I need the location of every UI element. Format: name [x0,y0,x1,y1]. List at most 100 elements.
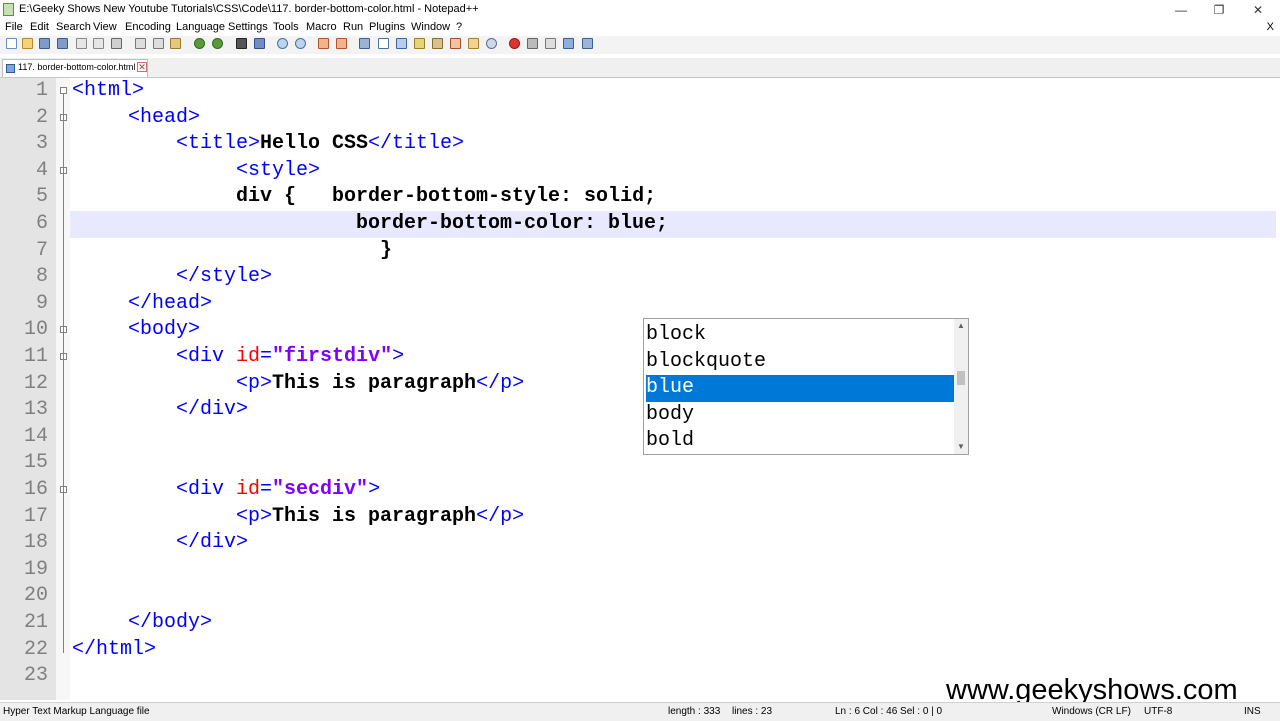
menu-window[interactable]: Window [411,21,450,33]
find-icon[interactable] [236,38,247,49]
menu-run[interactable]: Run [343,21,363,33]
scroll-thumb[interactable] [957,371,965,385]
autocomplete-item[interactable]: bold [646,428,956,455]
code-token-tag: </body> [128,611,213,634]
line-number: 18 [23,531,48,555]
status-mode: INS [1244,706,1261,717]
record-macro-icon[interactable] [509,38,520,49]
tab-close-button[interactable]: ✕ [137,62,147,72]
print-icon[interactable] [111,38,122,49]
line-number: 4 [35,158,48,182]
line-number: 13 [23,398,48,422]
play-macro-icon[interactable] [545,38,556,49]
line-number: 22 [23,637,48,661]
code-token-tag: </style> [176,265,273,289]
code-token-tag: <p> [236,504,273,528]
word-wrap-icon[interactable] [359,38,370,49]
toolbar [0,36,1280,54]
fold-connector [63,94,64,653]
minimize-button[interactable]: — [1166,2,1196,18]
code-token-tag: = [260,478,273,501]
menu-help[interactable]: ? [456,21,462,33]
new-file-icon[interactable] [6,38,17,49]
menu-encoding[interactable]: Encoding [125,21,171,33]
line-number: 19 [23,557,48,581]
code-line: </body> [128,610,212,637]
zoom-out-icon[interactable] [295,38,306,49]
code-token-tag: <title> [176,132,261,156]
menu-search[interactable]: Search [56,21,91,33]
autocomplete-scrollbar[interactable]: ▲ ▼ [954,319,968,454]
replace-icon[interactable] [254,38,265,49]
close-file-icon[interactable] [76,38,87,49]
scroll-down-arrow-icon[interactable]: ▼ [954,440,968,454]
menu-tools[interactable]: Tools [273,21,299,33]
code-line: <head> [128,105,200,132]
line-number: 10 [23,318,48,342]
close-document-button[interactable]: X [1267,21,1274,33]
code-editor[interactable]: 1 <html> 2 <head> 3 <title>Hello CSS</title> 4… [0,78,1280,700]
code-token-txt: This is paragraph [272,371,477,395]
save-icon[interactable] [39,38,50,49]
restore-button[interactable]: ❐ [1204,2,1234,18]
menu-file[interactable]: File [5,21,23,33]
show-all-characters-icon[interactable] [378,38,389,49]
monitoring-icon[interactable] [486,38,497,49]
function-list-icon[interactable] [450,38,461,49]
scroll-up-arrow-icon[interactable]: ▲ [954,319,968,333]
cut-icon[interactable] [135,38,146,49]
paste-icon[interactable] [170,38,181,49]
menu-plugins[interactable]: Plugins [369,21,405,33]
close-all-icon[interactable] [93,38,104,49]
folder-workspace-icon[interactable] [468,38,479,49]
save-all-icon[interactable] [57,38,68,49]
code-token-tag: </head> [128,291,213,315]
line-number: 17 [23,504,48,528]
open-file-icon[interactable] [22,38,33,49]
code-token-tag: > [368,478,381,501]
undo-icon[interactable] [194,38,205,49]
stop-macro-icon[interactable] [527,38,538,49]
code-token-tag: </p> [476,371,525,395]
current-line-highlight [70,211,1276,238]
code-token-val: "secdiv" [272,478,369,501]
code-token-tag: </p> [476,504,525,528]
code-token-tag: </title> [368,132,465,156]
menu-macro[interactable]: Macro [306,21,337,33]
line-number: 2 [35,105,48,129]
autocomplete-item[interactable]: blue [646,375,956,402]
sync-vertical-icon[interactable] [318,38,329,49]
run-macro-multiple-icon[interactable] [563,38,574,49]
code-token-txt: } [380,238,393,262]
indent-guide-icon[interactable] [396,38,407,49]
copy-icon[interactable] [153,38,164,49]
sync-horizontal-icon[interactable] [336,38,347,49]
document-map-icon[interactable] [432,38,443,49]
menu-view[interactable]: View [93,21,117,33]
code-token-tag: <head> [128,105,201,129]
fold-toggle-icon[interactable] [60,87,67,94]
autocomplete-popup[interactable]: block blockquote blue body bold ▲ ▼ [643,318,969,455]
code-token-tag: <div [176,478,237,501]
line-number: 23 [23,664,48,688]
code-token-attr: id [236,478,261,501]
code-line: <body> [128,317,200,344]
save-macro-icon[interactable] [582,38,593,49]
autocomplete-item[interactable]: block [646,322,956,349]
tab-117-border-bottom-color[interactable]: 117. border-bottom-color.html ✕ [2,59,148,77]
autocomplete-item[interactable]: blockquote [646,349,956,376]
zoom-in-icon[interactable] [277,38,288,49]
line-number: 8 [35,265,48,289]
menu-settings[interactable]: Settings [228,21,268,33]
close-window-button[interactable]: ✕ [1243,2,1273,18]
autocomplete-item[interactable]: body [646,402,956,429]
code-line: </div> [176,530,248,557]
line-number: 3 [35,132,48,156]
menu-edit[interactable]: Edit [30,21,49,33]
menu-language[interactable]: Language [176,21,225,33]
line-number: 7 [35,238,48,262]
window-title: E:\Geeky Shows New Youtube Tutorials\CSS… [19,3,479,15]
redo-icon[interactable] [212,38,223,49]
user-language-icon[interactable] [414,38,425,49]
line-number: 14 [23,424,48,448]
